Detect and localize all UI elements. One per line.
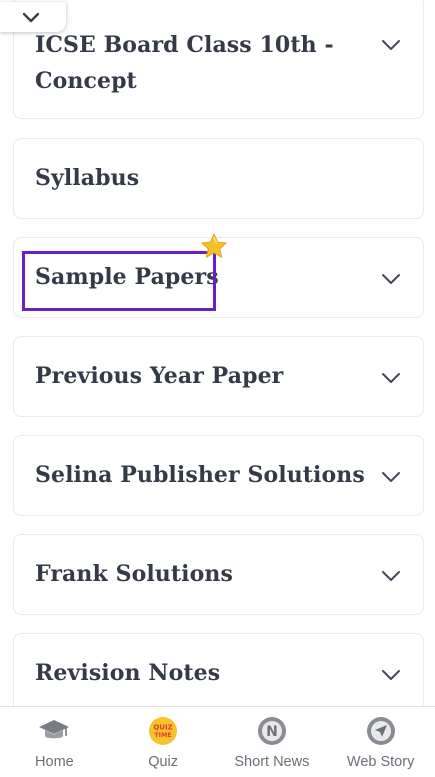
nav-item-web-story[interactable]: Web Story	[326, 707, 435, 777]
chevron-down-icon[interactable]	[381, 39, 401, 51]
chevron-down-icon	[22, 12, 40, 22]
accordion-item-label: ICSE Board Class 10th - Concept	[35, 32, 334, 94]
chevron-down-icon[interactable]	[381, 471, 401, 483]
svg-text:TIME: TIME	[155, 732, 172, 739]
accordion-item-label: Revision Notes	[35, 660, 221, 686]
nav-label: Home	[35, 754, 74, 770]
accordion-item-previous-year-paper[interactable]: Previous Year Paper	[13, 336, 424, 417]
bottom-navigation: Home QUIZ TIME Quiz N Short News Web Sto…	[0, 706, 435, 777]
collapse-toggle-button[interactable]	[0, 2, 66, 32]
accordion-item-revision-notes[interactable]: Revision Notes	[13, 633, 424, 714]
accordion-item-label: Sample Papers	[35, 264, 219, 290]
chevron-down-icon[interactable]	[381, 273, 401, 285]
chevron-down-icon[interactable]	[381, 570, 401, 582]
nav-label: Quiz	[148, 754, 179, 770]
accordion-item-label: Syllabus	[35, 165, 140, 191]
accordion-item-label: Frank Solutions	[35, 561, 233, 587]
graduation-cap-icon	[38, 715, 70, 747]
compass-arrow-icon	[365, 715, 397, 747]
nav-item-home[interactable]: Home	[0, 707, 109, 777]
chevron-down-icon[interactable]	[381, 372, 401, 384]
nav-item-short-news[interactable]: N Short News	[218, 707, 327, 777]
nav-item-quiz[interactable]: QUIZ TIME Quiz	[109, 707, 218, 777]
svg-text:QUIZ: QUIZ	[153, 724, 172, 732]
accordion-item-concept[interactable]: ICSE Board Class 10th - Concept	[13, 0, 424, 119]
quiz-time-icon: QUIZ TIME	[147, 715, 179, 747]
nav-label: Web Story	[346, 754, 415, 770]
star-icon	[201, 233, 227, 258]
accordion-item-label: Selina Publisher Solutions	[35, 462, 365, 488]
nav-label: Short News	[234, 754, 310, 770]
svg-text:N: N	[266, 724, 278, 740]
news-n-icon: N	[256, 715, 288, 747]
accordion-item-selina-solutions[interactable]: Selina Publisher Solutions	[13, 435, 424, 516]
chevron-down-icon[interactable]	[381, 669, 401, 681]
accordion-item-label: Previous Year Paper	[35, 363, 284, 389]
accordion-item-syllabus[interactable]: Syllabus	[13, 138, 424, 219]
accordion-item-frank-solutions[interactable]: Frank Solutions	[13, 534, 424, 615]
